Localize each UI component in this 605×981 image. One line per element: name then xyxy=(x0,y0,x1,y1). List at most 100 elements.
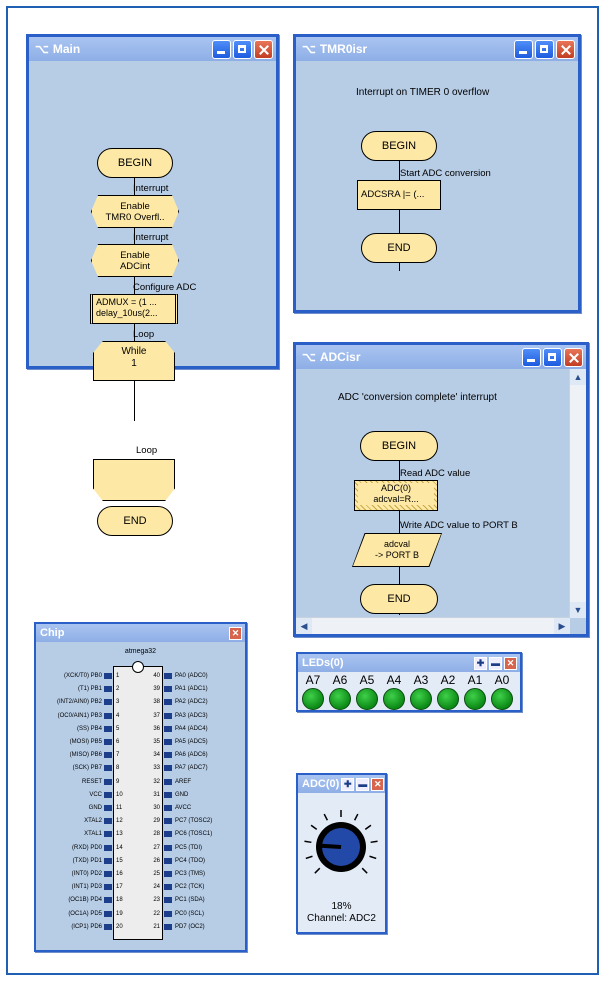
chip-pin[interactable] xyxy=(104,712,112,719)
end-terminal[interactable]: END xyxy=(97,506,173,536)
chip-pin-label-left: (INT1) PD3 xyxy=(71,884,102,891)
chip-pin[interactable] xyxy=(164,712,172,719)
knob-tick xyxy=(369,855,377,860)
led-label: A7 xyxy=(305,673,321,687)
scroll-up-arrow[interactable]: ▲ xyxy=(570,369,586,385)
chip-titlebar[interactable]: Chip ✕ xyxy=(36,624,245,642)
chip-pin[interactable] xyxy=(164,857,172,864)
enable-adcint-block[interactable]: Enable ADCint xyxy=(91,244,179,277)
scroll-left-arrow[interactable]: ◀ xyxy=(296,618,312,634)
minimize-button[interactable] xyxy=(522,347,541,367)
close-button[interactable]: ✕ xyxy=(229,626,242,640)
chip-part-name: atmega32 xyxy=(124,648,157,655)
main-titlebar[interactable]: ⌥ Main xyxy=(29,37,276,61)
chip-pin-number: 17 xyxy=(116,884,123,891)
chip-pin[interactable] xyxy=(104,699,112,706)
tmr0isr-titlebar[interactable]: ⌥ TMR0isr xyxy=(296,37,578,61)
chip-pin[interactable] xyxy=(164,725,172,732)
chip-pin[interactable] xyxy=(164,923,172,930)
chip-pin[interactable] xyxy=(164,673,172,679)
chip-pin[interactable] xyxy=(164,844,172,851)
output-portb-block[interactable]: adcval -> PORT B xyxy=(352,533,442,567)
chip-pin[interactable] xyxy=(164,791,172,798)
chip-pin[interactable] xyxy=(164,699,172,706)
scroll-right-arrow[interactable]: ▶ xyxy=(554,618,570,634)
chip-pin[interactable] xyxy=(164,910,172,917)
begin-terminal[interactable]: BEGIN xyxy=(361,131,437,161)
chip-pin-number: 2 xyxy=(116,686,120,693)
chip-pin[interactable] xyxy=(164,686,172,693)
chip-pin[interactable] xyxy=(164,805,172,811)
begin-terminal[interactable]: BEGIN xyxy=(360,431,438,461)
chip-pin[interactable] xyxy=(104,818,112,825)
leds-titlebar[interactable]: LEDs(0) ✚ ▬ ✕ xyxy=(298,654,520,672)
adcisr-titlebar[interactable]: ⌥ ADCisr xyxy=(296,345,586,369)
chip-pin[interactable] xyxy=(164,818,172,825)
chip-pin[interactable] xyxy=(104,752,112,759)
maximize-button[interactable] xyxy=(535,39,554,59)
adc-knob[interactable] xyxy=(298,797,385,897)
chip-pin[interactable] xyxy=(164,897,172,904)
chip-pin[interactable] xyxy=(104,686,112,693)
while-condition: 1 xyxy=(131,358,137,369)
chip-pin[interactable] xyxy=(164,884,172,891)
chip-pin-number: 21 xyxy=(153,923,160,930)
enable-tmr0-block[interactable]: Enable TMR0 Overfl.. xyxy=(91,195,179,228)
horizontal-scrollbar[interactable]: ◀ ▶ xyxy=(296,617,570,634)
minimize-button[interactable]: ▬ xyxy=(489,656,502,670)
end-terminal[interactable]: END xyxy=(360,584,438,614)
chip-pin[interactable] xyxy=(104,884,112,891)
adc-knob-titlebar[interactable]: ADC(0) ✚ ▬ ✕ xyxy=(298,775,385,793)
chip-pin-label-right: PA4 (ADC4) xyxy=(175,725,208,732)
pin-icon[interactable]: ✚ xyxy=(341,777,355,791)
chip-pin[interactable] xyxy=(104,910,112,917)
begin-terminal[interactable]: BEGIN xyxy=(97,148,173,178)
adc-read-block[interactable]: ADC(0) adcval=R... xyxy=(354,480,438,511)
chip-pin-number: 23 xyxy=(153,897,160,904)
close-button[interactable] xyxy=(254,39,273,59)
chip-pin[interactable] xyxy=(164,739,172,745)
close-button[interactable]: ✕ xyxy=(504,656,517,670)
chip-pin[interactable] xyxy=(164,831,172,838)
chip-pin[interactable] xyxy=(104,831,112,838)
minimize-button[interactable]: ▬ xyxy=(356,777,370,791)
chip-pin[interactable] xyxy=(104,923,112,930)
vertical-scrollbar[interactable]: ▲ ▼ xyxy=(569,369,586,618)
maximize-button[interactable] xyxy=(233,39,252,59)
end-terminal[interactable]: END xyxy=(361,233,437,263)
chip-pin[interactable] xyxy=(104,778,112,785)
chip-pin[interactable] xyxy=(104,765,112,772)
minimize-button[interactable] xyxy=(514,39,533,59)
chip-pin[interactable] xyxy=(104,857,112,864)
close-button[interactable] xyxy=(556,39,575,59)
chip-pin[interactable] xyxy=(164,778,172,785)
admux-block[interactable]: ADMUX = (1 ... delay_10us(2... xyxy=(90,294,178,324)
chip-pin[interactable] xyxy=(104,673,112,679)
minimize-button[interactable] xyxy=(212,39,231,59)
chip-pin[interactable] xyxy=(104,791,112,798)
chip-pin[interactable] xyxy=(104,844,112,851)
adcsra-block[interactable]: ADCSRA |= (... xyxy=(357,180,441,210)
chip-pin[interactable] xyxy=(164,871,172,877)
chip-pin[interactable] xyxy=(164,765,172,772)
close-button[interactable] xyxy=(564,347,583,367)
chip-pin-number: 14 xyxy=(116,844,123,851)
leds-window: LEDs(0) ✚ ▬ ✕ A7 A6 A5 A4 A3 A2 A1 A0 xyxy=(296,652,522,712)
adc-read-line: ADC(0) xyxy=(358,483,434,494)
flowchart-icon: ⌥ xyxy=(302,350,316,364)
chip-pin[interactable] xyxy=(104,805,112,811)
loop-end-block[interactable] xyxy=(93,459,175,501)
while-loop-block[interactable]: While 1 xyxy=(93,341,175,381)
output-var: adcval xyxy=(383,539,410,549)
pin-icon[interactable]: ✚ xyxy=(474,656,487,670)
chip-pin[interactable] xyxy=(164,752,172,759)
chip-pin[interactable] xyxy=(104,871,112,877)
chip-pin-label-right: GND xyxy=(175,791,189,798)
close-button[interactable]: ✕ xyxy=(371,777,385,791)
chip-pin[interactable] xyxy=(104,897,112,904)
chip-pin[interactable] xyxy=(104,739,112,745)
chip-pin[interactable] xyxy=(104,725,112,732)
led-label: A4 xyxy=(386,673,402,687)
maximize-button[interactable] xyxy=(543,347,562,367)
scroll-down-arrow[interactable]: ▼ xyxy=(570,602,586,618)
